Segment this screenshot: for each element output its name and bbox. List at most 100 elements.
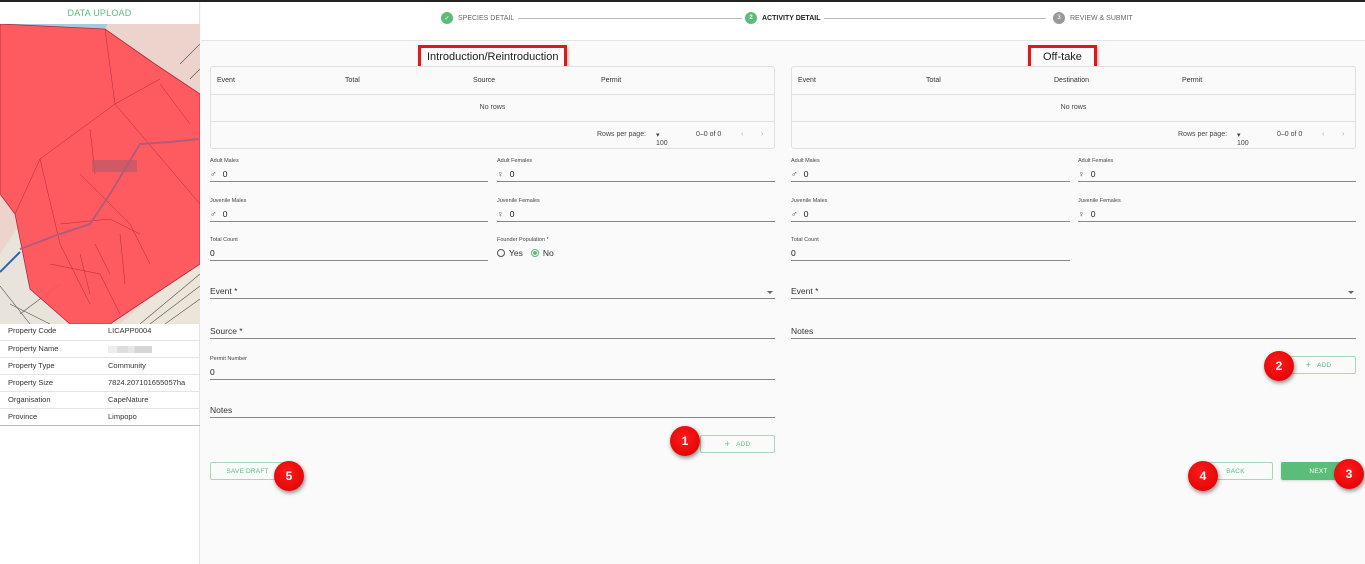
- property-map[interactable]: [0, 24, 200, 324]
- next-page-icon[interactable]: ›: [761, 131, 763, 138]
- permit-number-field[interactable]: Permit Number 0: [210, 356, 775, 380]
- adult-males-field[interactable]: Adult Males ♂ 0: [210, 158, 488, 182]
- step-label: ACTIVITY DETAIL: [762, 14, 821, 22]
- dropdown-arrow-icon: [767, 291, 773, 294]
- field-label: Founder Population *: [497, 237, 549, 243]
- annotation-badge-2: 2: [1264, 351, 1294, 381]
- field-value: 0: [803, 169, 809, 179]
- juvenile-males-field[interactable]: Juvenile Males ♂ 0: [791, 198, 1070, 222]
- introduction-table: Event Total Source Permit No rows Rows p…: [210, 66, 775, 149]
- male-icon: ♂: [210, 169, 217, 179]
- column-header[interactable]: Event: [217, 77, 235, 84]
- introduction-section: Introduction/Reintroduction Event Total …: [210, 42, 775, 472]
- empty-rows-message: No rows: [211, 95, 774, 122]
- property-row: Property Name: [0, 340, 200, 357]
- field-label: Source *: [210, 326, 243, 336]
- field-value: 0: [1090, 169, 1096, 179]
- pagination-range: 0–0 of 0: [1277, 131, 1303, 138]
- total-count-field[interactable]: Total Count 0: [210, 237, 488, 261]
- property-key: Organisation: [8, 395, 51, 404]
- redacted-label: [92, 160, 137, 172]
- prev-page-icon[interactable]: ‹: [741, 131, 743, 138]
- column-header[interactable]: Total: [345, 77, 360, 84]
- field-label: Total Count: [791, 237, 819, 243]
- step-number-icon: 2: [745, 12, 757, 24]
- property-value: Limpopo: [108, 412, 137, 421]
- field-value: 0: [210, 367, 215, 377]
- juvenile-females-field[interactable]: Juvenile Females ♀ 0: [1078, 198, 1356, 222]
- event-select[interactable]: Event *: [210, 285, 775, 299]
- radio-yes[interactable]: Yes: [497, 248, 523, 258]
- property-key: Property Type: [8, 361, 55, 370]
- field-label: Notes: [210, 405, 233, 415]
- source-input[interactable]: Source *: [210, 325, 775, 339]
- field-value: 0: [222, 209, 228, 219]
- field-label: Event *: [791, 286, 819, 296]
- field-value: 0: [210, 248, 215, 258]
- column-header[interactable]: Permit: [1182, 77, 1202, 84]
- step-species-detail[interactable]: ✓ SPECIES DETAIL: [441, 12, 514, 24]
- property-info-table: Property Code LICAPP0004 Property Name Pr…: [0, 323, 200, 426]
- property-key: Property Code: [8, 326, 57, 335]
- field-label: Juvenile Females: [497, 198, 540, 204]
- rows-per-page-select[interactable]: 100 ▾: [656, 131, 668, 147]
- rows-per-page-label: Rows per page:: [597, 131, 647, 138]
- field-label: Juvenile Females: [1078, 198, 1121, 204]
- property-row: Property Size 7824.207101655057ha: [0, 374, 200, 391]
- adult-males-field[interactable]: Adult Males ♂ 0: [791, 158, 1070, 182]
- dropdown-arrow-icon: [1348, 291, 1354, 294]
- female-icon: ♀: [497, 169, 504, 179]
- redacted-property-name: [108, 346, 152, 353]
- check-icon: ✓: [441, 12, 453, 24]
- field-value: 0: [509, 209, 515, 219]
- field-label: Juvenile Males: [791, 198, 828, 204]
- map-canvas[interactable]: [0, 24, 200, 324]
- table-pagination: Rows per page: 100 ▾ 0–0 of 0 ‹ ›: [792, 122, 1355, 148]
- data-upload-title: DATA UPLOAD: [67, 8, 132, 18]
- offtake-section: Off-take Event Total Destination Permit …: [791, 42, 1356, 382]
- notes-input[interactable]: Notes: [791, 325, 1356, 339]
- radio-unchecked-icon: [497, 249, 505, 257]
- male-icon: ♂: [791, 169, 798, 179]
- annotation-badge-4: 4: [1188, 461, 1218, 491]
- step-connector: [518, 18, 742, 19]
- step-review-submit[interactable]: 3 REVIEW & SUBMIT: [1053, 12, 1133, 24]
- property-key: Property Name: [8, 344, 59, 353]
- property-key: Property Size: [8, 378, 54, 387]
- table-pagination: Rows per page: 100 ▾ 0–0 of 0 ‹ ›: [211, 122, 774, 148]
- event-select[interactable]: Event *: [791, 285, 1356, 299]
- property-value: Community: [108, 361, 146, 370]
- rows-per-page-select[interactable]: 100 ▾: [1237, 131, 1249, 147]
- column-header[interactable]: Permit: [601, 77, 621, 84]
- step-activity-detail[interactable]: 2 ACTIVITY DETAIL: [745, 12, 820, 24]
- adult-females-field[interactable]: Adult Females ♀ 0: [1078, 158, 1356, 182]
- field-label: Total Count: [210, 237, 238, 243]
- property-key: Province: [8, 412, 38, 421]
- column-header[interactable]: Total: [926, 77, 941, 84]
- radio-no[interactable]: No: [530, 248, 554, 258]
- field-value: 0: [509, 169, 515, 179]
- annotation-badge-3: 3: [1334, 459, 1364, 489]
- column-header[interactable]: Source: [473, 77, 495, 84]
- rows-per-page-value: 100: [1237, 140, 1249, 147]
- step-label: SPECIES DETAIL: [458, 14, 515, 22]
- adult-females-field[interactable]: Adult Females ♀ 0: [497, 158, 775, 182]
- annotation-badge-5: 5: [274, 461, 304, 491]
- notes-input[interactable]: Notes: [210, 404, 775, 418]
- step-label: REVIEW & SUBMIT: [1070, 14, 1133, 22]
- field-label: Adult Males: [210, 158, 239, 164]
- field-label: Adult Males: [791, 158, 820, 164]
- column-header[interactable]: Event: [798, 77, 816, 84]
- total-count-field[interactable]: Total Count 0: [791, 237, 1070, 261]
- prev-page-icon[interactable]: ‹: [1322, 131, 1324, 138]
- juvenile-females-field[interactable]: Juvenile Females ♀ 0: [497, 198, 775, 222]
- female-icon: ♀: [1078, 169, 1085, 179]
- field-value: 0: [1090, 209, 1096, 219]
- column-header[interactable]: Destination: [1054, 77, 1089, 84]
- next-page-icon[interactable]: ›: [1342, 131, 1344, 138]
- male-icon: ♂: [791, 209, 798, 219]
- juvenile-males-field[interactable]: Juvenile Males ♂ 0: [210, 198, 488, 222]
- field-value: 0: [791, 248, 796, 258]
- property-row: Property Type Community: [0, 357, 200, 374]
- add-introduction-button[interactable]: + ADD: [700, 435, 775, 453]
